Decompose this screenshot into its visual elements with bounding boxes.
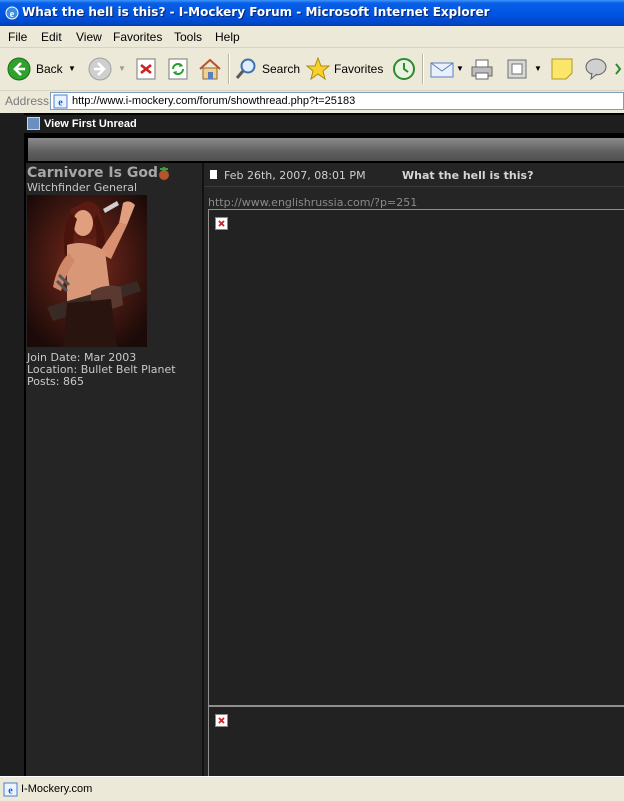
- toolbar-separator: [422, 54, 424, 84]
- home-icon: [199, 58, 221, 80]
- history-icon: [393, 58, 415, 80]
- page-icon: e: [53, 94, 68, 109]
- status-bar: e I-Mockery.com: [0, 776, 624, 801]
- messenger-icon: [585, 58, 607, 81]
- print-icon: [471, 59, 493, 80]
- forum-page: View First Unread Carnivore Is God Witch…: [24, 113, 624, 776]
- post-header-divider: [204, 186, 624, 187]
- address-input[interactable]: e http://www.i-mockery.com/forum/showthr…: [50, 92, 624, 110]
- menu-view[interactable]: View: [76, 30, 102, 44]
- favorites-button[interactable]: Favorites: [306, 54, 384, 84]
- user-post-count: Posts: 865: [27, 375, 84, 388]
- toolbar-separator: [228, 54, 230, 84]
- post-username[interactable]: Carnivore Is God: [27, 165, 158, 181]
- mail-icon: [430, 62, 454, 78]
- user-status-icon: [159, 167, 169, 180]
- edit-dropdown-icon[interactable]: ▼: [534, 64, 542, 73]
- mail-button[interactable]: ▼: [428, 54, 464, 84]
- messenger-button[interactable]: [582, 54, 610, 84]
- page-content: View First Unread Carnivore Is God Witch…: [0, 113, 624, 776]
- back-arrow-icon: [7, 57, 31, 81]
- print-button[interactable]: [468, 54, 496, 84]
- chevron-right-icon: [615, 63, 622, 75]
- toolbar-overflow[interactable]: [612, 54, 624, 84]
- title-bar[interactable]: e What the hell is this? - I-Mockery For…: [0, 0, 624, 26]
- search-button[interactable]: Search: [234, 54, 300, 84]
- broken-image-icon: [215, 217, 228, 230]
- history-button[interactable]: [390, 54, 418, 84]
- back-dropdown-icon[interactable]: ▼: [68, 64, 76, 73]
- toolbar: Back ▼ ▼ Search Favorites ▼ ▼: [0, 48, 624, 91]
- svg-text:e: e: [58, 98, 63, 109]
- menu-edit[interactable]: Edit: [41, 30, 62, 44]
- note-button[interactable]: [548, 54, 576, 84]
- embedded-image-2[interactable]: [208, 706, 624, 776]
- back-label: Back: [36, 62, 63, 76]
- menu-favorites[interactable]: Favorites: [113, 30, 162, 44]
- window-title: What the hell is this? - I-Mockery Forum…: [22, 5, 490, 19]
- embedded-image-1[interactable]: [208, 209, 624, 706]
- search-label: Search: [262, 62, 301, 76]
- broken-image-icon: [215, 714, 228, 727]
- ie-page-icon: e: [3, 782, 18, 797]
- edit-button[interactable]: ▼: [504, 54, 544, 84]
- address-bar: Address e http://www.i-mockery.com/forum…: [0, 91, 624, 112]
- avatar-image: [27, 195, 147, 347]
- search-icon: [235, 58, 256, 79]
- post-icon: [210, 170, 217, 179]
- stop-button[interactable]: [134, 54, 158, 84]
- thread-header-bar: [28, 138, 624, 161]
- menu-help[interactable]: Help: [215, 30, 240, 44]
- ie-icon[interactable]: e: [4, 5, 20, 21]
- forward-button[interactable]: ▼: [86, 54, 126, 84]
- post-link[interactable]: http://www.englishrussia.com/?p=251: [208, 196, 417, 209]
- menu-file[interactable]: File: [8, 30, 27, 44]
- star-icon: [306, 57, 330, 81]
- refresh-button[interactable]: [166, 54, 190, 84]
- checkbox-icon[interactable]: [27, 117, 40, 130]
- status-text: I-Mockery.com: [21, 783, 93, 795]
- post-column-divider: [202, 163, 204, 776]
- page-gutter: [0, 113, 24, 776]
- menu-bar: File Edit View Favorites Tools Help: [0, 26, 624, 48]
- view-first-unread-link[interactable]: View First Unread: [44, 118, 137, 130]
- favorites-label: Favorites: [334, 62, 384, 76]
- refresh-icon: [168, 58, 188, 80]
- back-button[interactable]: Back ▼: [4, 54, 78, 84]
- user-avatar: [27, 195, 147, 347]
- edit-icon: [507, 59, 527, 79]
- svg-text:e: e: [10, 9, 15, 20]
- svg-text:e: e: [8, 786, 13, 797]
- menu-tools[interactable]: Tools: [174, 30, 202, 44]
- thread-nav-row: View First Unread: [24, 115, 624, 133]
- address-label: Address: [5, 94, 50, 108]
- home-button[interactable]: [196, 54, 224, 84]
- address-url: http://www.i-mockery.com/forum/showthrea…: [72, 95, 356, 107]
- forward-arrow-icon: [88, 57, 112, 81]
- note-icon: [551, 58, 573, 80]
- mail-dropdown-icon[interactable]: ▼: [456, 64, 464, 73]
- post-title: What the hell is this?: [402, 169, 534, 182]
- stop-icon: [136, 58, 156, 80]
- user-title: Witchfinder General: [27, 181, 138, 194]
- post: Carnivore Is God Witchfinder General Joi…: [26, 163, 624, 776]
- forward-dropdown-icon[interactable]: ▼: [118, 64, 126, 73]
- post-date: Feb 26th, 2007, 08:01 PM: [224, 169, 366, 182]
